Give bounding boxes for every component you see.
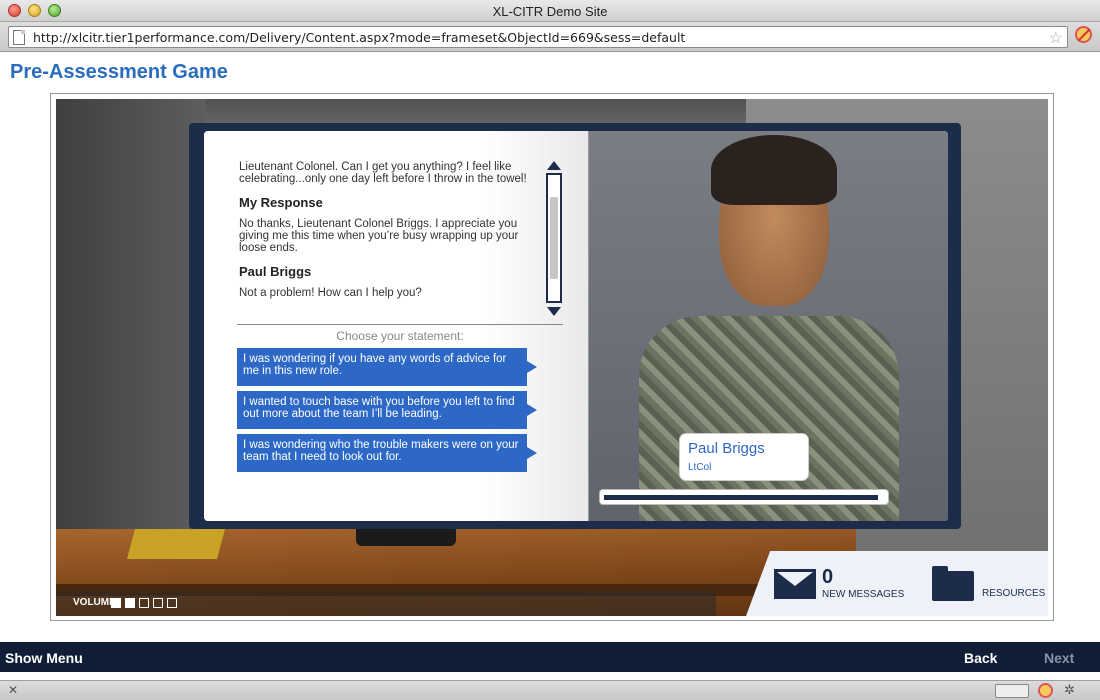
- transcript-line: No thanks, Lieutenant Colonel Briggs. I …: [239, 218, 519, 254]
- volume-control: VOLUME: [56, 591, 716, 616]
- volume-label: VOLUME: [73, 597, 116, 608]
- transcript-scrollbar[interactable]: [546, 161, 562, 317]
- statement-choice-3[interactable]: I was wondering who the trouble makers w…: [237, 434, 537, 472]
- mail-icon[interactable]: [774, 569, 816, 599]
- transcript-speaker: Paul Briggs: [239, 264, 312, 279]
- choose-statement-label: Choose your statement:: [336, 329, 464, 343]
- folder-icon[interactable]: [932, 566, 974, 601]
- bottom-navbar: Show Menu Back Next: [0, 642, 1100, 672]
- gear-icon[interactable]: ✲: [1064, 682, 1075, 698]
- transcript-line: Not a problem! How can I help you?: [239, 287, 422, 299]
- volume-level-4[interactable]: [153, 598, 163, 608]
- game-scene: Lieutenant Colonel. Can I get you anythi…: [56, 99, 1048, 616]
- conversation-progress-bar: [599, 489, 889, 505]
- resources-label[interactable]: RESOURCES: [982, 588, 1045, 599]
- star-icon[interactable]: ☆: [1049, 28, 1063, 48]
- scroll-up-arrow-icon[interactable]: [547, 161, 561, 170]
- new-messages-count[interactable]: 0: [822, 566, 833, 589]
- window-titlebar: XL-CITR Demo Site: [0, 0, 1100, 22]
- character-name-card: Paul Briggs LtCol: [679, 433, 809, 481]
- back-button[interactable]: Back: [964, 650, 997, 666]
- conversation-progress-fill: [604, 495, 878, 500]
- divider: [237, 324, 563, 325]
- new-messages-label[interactable]: NEW MESSAGES: [822, 589, 904, 600]
- statement-choice-1[interactable]: I was wondering if you have any words of…: [237, 348, 537, 386]
- scroll-down-arrow-icon[interactable]: [547, 307, 561, 316]
- page-icon: [13, 30, 25, 45]
- volume-level-5[interactable]: [167, 598, 177, 608]
- conversation-area: Lieutenant Colonel. Can I get you anythi…: [204, 131, 588, 521]
- status-block-icon[interactable]: [1038, 683, 1053, 698]
- dialog-panel: Lieutenant Colonel. Can I get you anythi…: [204, 131, 948, 521]
- page-title: Pre-Assessment Game: [10, 61, 228, 83]
- volume-level-2[interactable]: [125, 598, 135, 608]
- status-widget[interactable]: [995, 684, 1029, 698]
- character-portrait: Paul Briggs LtCol: [588, 131, 948, 521]
- url-text[interactable]: http://xlcitr.tier1performance.com/Deliv…: [33, 30, 685, 45]
- close-icon[interactable]: ✕: [8, 683, 18, 697]
- address-bar: http://xlcitr.tier1performance.com/Deliv…: [0, 22, 1100, 52]
- browser-statusbar: ✕ ✲: [0, 680, 1100, 700]
- conversation-transcript[interactable]: Lieutenant Colonel. Can I get you anythi…: [239, 161, 544, 321]
- character-rank: LtCol: [688, 462, 712, 473]
- show-menu-button[interactable]: Show Menu: [5, 650, 83, 666]
- block-icon[interactable]: [1075, 26, 1092, 43]
- transcript-speaker: My Response: [239, 195, 323, 210]
- scroll-thumb[interactable]: [550, 197, 558, 279]
- volume-level-1[interactable]: [111, 598, 121, 608]
- url-field[interactable]: http://xlcitr.tier1performance.com/Deliv…: [8, 26, 1068, 48]
- next-button[interactable]: Next: [1044, 650, 1074, 666]
- transcript-line: Lieutenant Colonel. Can I get you anythi…: [239, 161, 527, 185]
- statement-choice-2[interactable]: I wanted to touch base with you before y…: [237, 391, 537, 429]
- scene-yellow-folder: [126, 529, 226, 559]
- volume-level-3[interactable]: [139, 598, 149, 608]
- scroll-track[interactable]: [546, 173, 562, 303]
- character-hair: [711, 135, 837, 205]
- character-name: Paul Briggs: [688, 440, 765, 457]
- window-title: XL-CITR Demo Site: [492, 4, 608, 19]
